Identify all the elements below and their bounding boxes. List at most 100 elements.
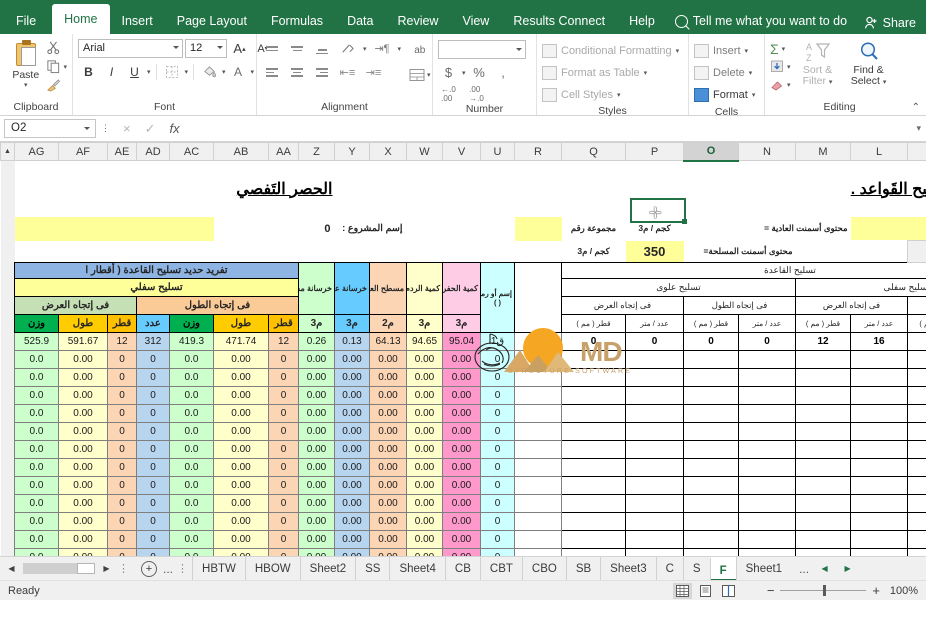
zero-cell[interactable]: 0.00 [213,512,269,531]
r8-right-4[interactable]: 12 [795,332,851,351]
right-empty-cell[interactable] [561,458,626,477]
right-empty-cell[interactable] [625,386,684,405]
sheet-tab-F[interactable]: F [709,556,736,581]
zero-cell[interactable]: 0.00 [334,404,370,423]
zero-cell[interactable]: 0.00 [334,386,370,405]
sheet-tab-Sheet2[interactable]: Sheet2 [299,556,355,581]
fill-color-caret-icon[interactable]: ▾ [222,68,226,76]
cut-button[interactable] [46,39,67,56]
zero-cell[interactable]: 0.00 [213,458,269,477]
bold-button[interactable]: B [78,62,99,81]
zero-cell[interactable]: 0.00 [58,494,108,513]
right-empty-cell[interactable] [625,494,684,513]
zero-cell[interactable]: 0 [268,350,299,369]
zero-cell[interactable]: 0 [268,440,299,459]
right-empty-cell[interactable] [795,350,851,369]
zero-cell[interactable]: 0.00 [334,476,370,495]
r8-right-6[interactable]: 12 [907,332,926,351]
zero-cell[interactable]: 0.00 [406,530,443,549]
zero-cell[interactable]: 0.00 [298,368,335,387]
zero-cell[interactable]: 0 [480,530,515,549]
decrease-decimal-button[interactable]: .00 →.0 [466,84,487,103]
zero-cell[interactable]: 0.0 [14,386,59,405]
zero-cell[interactable]: 0.00 [58,476,108,495]
right-empty-cell[interactable] [683,368,739,387]
sheet-tab-scrollbar-thumb[interactable] [77,563,95,574]
zero-cell[interactable]: 0 [480,422,515,441]
scroll-sheets-left-button[interactable]: ◀ [4,561,19,576]
zero-cell[interactable]: 0.00 [442,512,481,531]
cement-extra-cell[interactable] [850,216,926,241]
right-empty-cell[interactable] [625,422,684,441]
zero-cell[interactable]: 0.0 [14,476,59,495]
zero-cell[interactable]: 0.0 [14,494,59,513]
align-bottom-button[interactable] [312,40,332,58]
number-format-chevron-down-icon[interactable] [516,48,522,51]
right-empty-cell[interactable] [738,530,796,549]
right-empty-cell[interactable] [738,404,796,423]
zero-cell[interactable]: 0.0 [169,386,214,405]
zero-cell[interactable]: 0 [136,476,170,495]
column-header-R[interactable]: R [514,142,562,161]
zero-cell[interactable]: 0 [136,368,170,387]
column-header-L[interactable]: L [850,142,908,161]
zero-cell[interactable]: 0.00 [334,512,370,531]
increase-font-size-button[interactable]: A ▴ [229,39,250,58]
font-color-button[interactable]: A [228,62,249,81]
comma-format-button[interactable]: , [493,63,514,82]
zero-cell[interactable]: 0.0 [169,476,214,495]
zero-cell[interactable]: 0.0 [169,530,214,549]
right-empty-cell[interactable] [738,476,796,495]
zero-cell[interactable]: 0.00 [58,512,108,531]
right-empty-cell[interactable] [795,404,851,423]
sheet-tab-Sheet4[interactable]: Sheet4 [389,556,444,581]
zero-cell[interactable]: 0.00 [334,458,370,477]
accounting-caret-icon[interactable]: ▾ [462,69,466,77]
zoom-out-button[interactable]: − [767,583,775,598]
zero-cell[interactable]: 0.00 [58,404,108,423]
zero-cell[interactable]: 0.00 [334,422,370,441]
zero-cell[interactable]: 0.00 [369,350,407,369]
zero-cell[interactable]: 0 [107,530,137,549]
sort-filter-button[interactable]: A Z Sort & Filter ▾ [795,37,841,88]
zero-cell[interactable]: 0.00 [213,404,269,423]
align-middle-button[interactable] [287,40,307,58]
zero-cell[interactable]: 0.00 [298,440,335,459]
column-header-K[interactable]: K [907,142,926,161]
enter-formula-icon[interactable]: ✓ [145,121,156,137]
align-center-button[interactable] [287,64,307,82]
right-empty-cell[interactable] [561,404,626,423]
r8-c9[interactable]: 64.13 [369,332,407,351]
right-empty-cell[interactable] [850,476,908,495]
zero-cell[interactable]: 0.00 [334,440,370,459]
zero-cell[interactable]: 0 [107,494,137,513]
zero-cell[interactable]: 0.00 [406,548,443,556]
zero-cell[interactable]: 0.0 [14,548,59,556]
right-empty-cell[interactable] [561,548,626,556]
insert-cells-button[interactable]: Insert ▾ [694,41,755,61]
zero-cell[interactable]: 0.00 [298,422,335,441]
share-button[interactable]: Share [864,16,916,30]
zero-cell[interactable]: 0 [480,458,515,477]
zero-cell[interactable]: 0 [268,530,299,549]
underline-button[interactable]: U [124,62,145,81]
zero-cell[interactable]: 0 [107,386,137,405]
tab-split-handle[interactable]: ⋮ [118,562,129,575]
tab-home[interactable]: Home [52,4,110,34]
zero-cell[interactable]: 0.00 [334,548,370,556]
column-header-AA[interactable]: AA [268,142,299,161]
r8-right-5[interactable]: 16 [850,332,908,351]
right-empty-cell[interactable] [738,458,796,477]
decrease-indent-button[interactable]: ⇤≡ [337,63,358,82]
borders-caret-icon[interactable]: ▾ [185,68,189,76]
zero-cell[interactable]: 0 [107,440,137,459]
zero-cell[interactable]: 0.00 [369,494,407,513]
zero-cell[interactable]: 0 [136,350,170,369]
conditional-formatting-caret-icon[interactable]: ▾ [676,47,680,55]
right-empty-cell[interactable] [850,386,908,405]
r8-c5[interactable]: 471.74 [213,332,269,351]
zero-cell[interactable]: 0.00 [369,458,407,477]
zero-cell[interactable]: 0.00 [58,422,108,441]
right-empty-cell[interactable] [561,386,626,405]
zero-cell[interactable]: 0.00 [406,350,443,369]
